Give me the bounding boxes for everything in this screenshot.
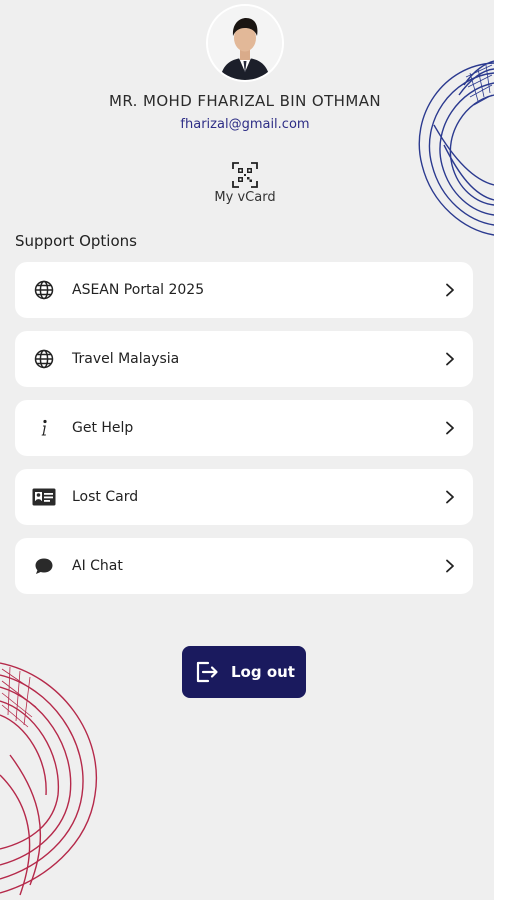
option-label: ASEAN Portal 2025 — [72, 282, 205, 298]
chevron-right-icon — [446, 421, 454, 435]
option-label: AI Chat — [72, 558, 123, 574]
chevron-right-icon — [446, 559, 454, 573]
my-vcard-button[interactable]: My vCard — [205, 162, 285, 205]
id-card-icon — [32, 485, 56, 509]
option-asean-portal[interactable]: ASEAN Portal 2025 — [15, 262, 473, 318]
logout-icon — [196, 661, 218, 683]
vcard-label: My vCard — [214, 190, 276, 205]
user-name: MR. MOHD FHARIZAL BIN OTHMAN — [109, 92, 381, 110]
logout-button[interactable]: Log out — [182, 646, 306, 698]
chevron-right-icon — [446, 352, 454, 366]
qr-code-icon — [232, 162, 258, 188]
chevron-right-icon — [446, 283, 454, 297]
option-label: Get Help — [72, 420, 134, 436]
globe-icon — [32, 347, 56, 371]
info-icon — [32, 416, 56, 440]
option-label: Travel Malaysia — [72, 351, 180, 367]
support-options-title: Support Options — [15, 232, 137, 250]
logout-label: Log out — [231, 663, 295, 681]
chat-bubble-icon — [32, 554, 56, 578]
option-label: Lost Card — [72, 489, 139, 505]
profile-screen: MR. MOHD FHARIZAL BIN OTHMAN fharizal@gm… — [0, 0, 494, 900]
option-travel-malaysia[interactable]: Travel Malaysia — [15, 331, 473, 387]
globe-icon — [32, 278, 56, 302]
decorative-red-motif — [0, 662, 97, 896]
option-lost-card[interactable]: Lost Card — [15, 469, 473, 525]
decorative-blue-motif — [418, 60, 494, 236]
option-get-help[interactable]: Get Help — [15, 400, 473, 456]
profile-photo — [208, 6, 282, 80]
user-email: fharizal@gmail.com — [180, 117, 310, 132]
option-ai-chat[interactable]: AI Chat — [15, 538, 473, 594]
avatar — [208, 6, 282, 80]
chevron-right-icon — [446, 490, 454, 504]
